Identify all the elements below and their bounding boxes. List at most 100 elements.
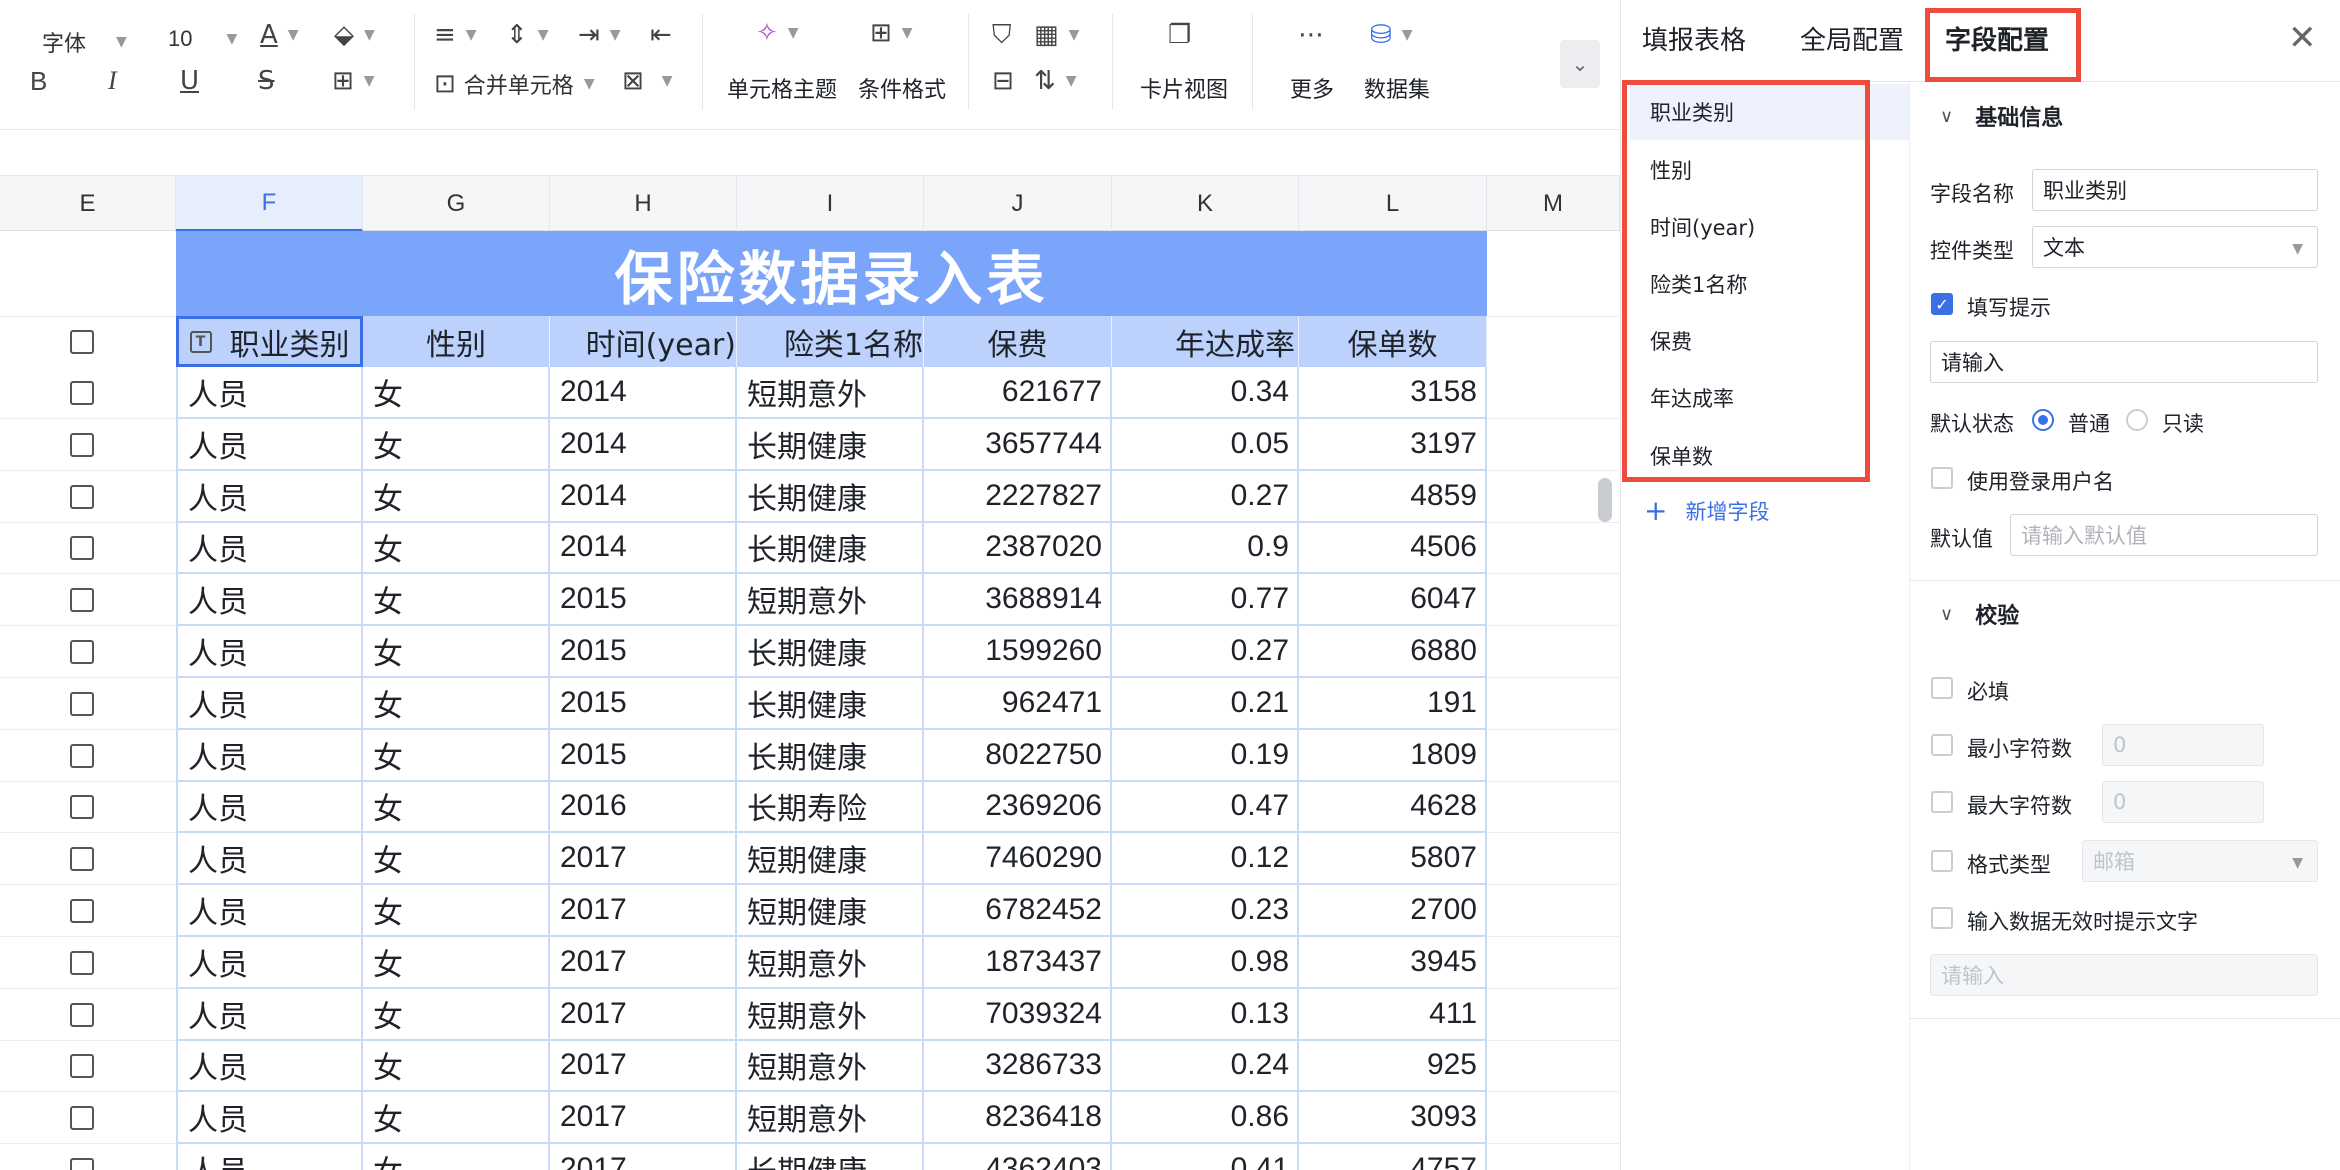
sort-button[interactable]: ⇅ ▼ (1034, 68, 1077, 94)
cell-occupation[interactable]: 人员 (176, 522, 363, 575)
cell-premium[interactable]: 621677 (924, 367, 1112, 419)
cell-year[interactable]: 2015 (550, 626, 737, 678)
header-cell-premium[interactable]: 保费 (924, 316, 1112, 367)
cell-gender[interactable]: 女 (363, 988, 550, 1041)
cell-achievement-rate[interactable]: 0.13 (1112, 988, 1299, 1041)
cell-policy-count[interactable]: 411 (1299, 988, 1487, 1041)
dataset-label[interactable]: 数据集 (1362, 72, 1432, 104)
card-view-label[interactable]: 卡片视图 (1134, 72, 1234, 104)
fill-hint-input[interactable]: 请输入 (1930, 341, 2318, 383)
cell-premium[interactable]: 2227827 (924, 470, 1112, 523)
cell-achievement-rate[interactable]: 0.12 (1112, 833, 1299, 886)
header-cell-year[interactable]: 时间(year) (550, 316, 737, 367)
cell-premium[interactable]: 3286733 (924, 1040, 1112, 1093)
cell-year[interactable]: 2017 (550, 1144, 737, 1170)
cell-premium[interactable]: 1599260 (924, 626, 1112, 678)
state-readonly-radio[interactable] (2126, 409, 2148, 431)
row-checkbox[interactable] (70, 1054, 94, 1079)
cell-achievement-rate[interactable]: 0.27 (1112, 626, 1299, 678)
filter-button[interactable]: ⛉ (992, 22, 1012, 48)
cell-gender[interactable]: 女 (363, 626, 550, 678)
indent-button[interactable]: ⇤ (650, 22, 672, 48)
column-header-m[interactable]: M (1487, 176, 1620, 232)
table-row[interactable]: 人员女 2017 短期健康 7460290 0.12 5807 (0, 833, 1620, 886)
cell-premium[interactable]: 3688914 (924, 574, 1112, 627)
max-chars-checkbox[interactable] (1931, 791, 1953, 813)
font-name-select[interactable]: 字体 ▼ (42, 26, 127, 58)
column-header-g[interactable]: G (363, 176, 550, 232)
cell-occupation[interactable]: 人员 (176, 1040, 363, 1093)
cell-premium[interactable]: 2369206 (924, 781, 1112, 834)
cell-insurance-type[interactable]: 短期健康 (737, 833, 924, 886)
cell-gender[interactable]: 女 (363, 833, 550, 886)
field-name-input[interactable]: 职业类别 (2032, 169, 2318, 211)
cell-policy-count[interactable]: 4628 (1299, 781, 1487, 834)
cell-occupation[interactable]: 人员 (176, 470, 363, 523)
row-checkbox[interactable] (70, 899, 94, 923)
row-checkbox[interactable] (70, 536, 94, 561)
format-type-checkbox[interactable] (1931, 850, 1953, 872)
more-label[interactable]: 更多 (1282, 72, 1342, 104)
cell-year[interactable]: 2017 (550, 885, 737, 937)
cell-insurance-type[interactable]: 短期健康 (737, 885, 924, 937)
fill-hint-checkbox[interactable]: ✓ (1931, 293, 1953, 315)
cell-premium[interactable]: 7460290 (924, 833, 1112, 886)
row-checkbox[interactable] (70, 381, 94, 405)
cell-occupation[interactable]: 人员 (176, 367, 363, 419)
max-chars-input[interactable]: 0 (2102, 781, 2264, 823)
row-checkbox[interactable] (70, 743, 94, 768)
cell-theme-label[interactable]: 单元格主题 (722, 72, 842, 104)
cell-policy-count[interactable]: 4859 (1299, 470, 1487, 523)
cell-policy-count[interactable]: 1809 (1299, 729, 1487, 782)
table-row[interactable]: 人员女 2014 长期健康 2227827 0.27 4859 (0, 470, 1620, 523)
cell-year[interactable]: 2016 (550, 781, 737, 834)
cell-year[interactable]: 2015 (550, 574, 737, 627)
cell-insurance-type[interactable]: 长期寿险 (737, 781, 924, 834)
cell-policy-count[interactable]: 3158 (1299, 367, 1487, 419)
cell-gender[interactable]: 女 (363, 729, 550, 782)
fill-color-button[interactable]: ⬙ ▼ (334, 22, 375, 48)
column-header-i[interactable]: I (737, 176, 924, 232)
table-row[interactable]: 人员女 2014 长期健康 2387020 0.9 4506 (0, 522, 1620, 575)
cell-premium[interactable]: 4362403 (924, 1144, 1112, 1170)
cell-occupation[interactable]: 人员 (176, 936, 363, 989)
cell-achievement-rate[interactable]: 0.34 (1112, 367, 1299, 419)
invalid-hint-checkbox[interactable] (1931, 907, 1953, 929)
add-field-button[interactable]: + 新增字段 (1644, 494, 1769, 527)
table-row[interactable]: 人员女 2017 短期意外 7039324 0.13 411 (0, 988, 1620, 1041)
basic-info-section-toggle[interactable]: ∨ 基础信息 (1940, 100, 2063, 132)
cell-gender[interactable]: 女 (363, 367, 550, 419)
cell-achievement-rate[interactable]: 0.23 (1112, 885, 1299, 937)
cell-achievement-rate[interactable]: 0.21 (1112, 677, 1299, 730)
cell-achievement-rate[interactable]: 0.77 (1112, 574, 1299, 627)
cell-year[interactable]: 2014 (550, 470, 737, 523)
cell-achievement-rate[interactable]: 0.24 (1112, 1040, 1299, 1093)
table-row[interactable]: 人员女 2017 短期意外 3286733 0.24 925 (0, 1040, 1620, 1093)
row-checkbox[interactable] (70, 588, 94, 613)
row-checkbox[interactable] (70, 1106, 94, 1131)
column-header-l[interactable]: L (1299, 176, 1487, 232)
table-row[interactable]: 人员女 2017 短期健康 6782452 0.23 2700 (0, 885, 1620, 937)
conditional-format-label[interactable]: 条件格式 (852, 72, 952, 104)
conditional-format-icon-wrap[interactable]: ⊞ ▼ (870, 20, 913, 46)
cell-policy-count[interactable]: 4506 (1299, 522, 1487, 575)
toolbar-collapse-button[interactable]: ⌄ (1560, 40, 1600, 88)
row-checkbox[interactable] (70, 432, 94, 457)
header-cell-gender[interactable]: 性别 (363, 316, 550, 367)
table-row[interactable]: 人员女 2015 长期健康 962471 0.21 191 (0, 677, 1620, 730)
cell-achievement-rate[interactable]: 0.27 (1112, 470, 1299, 523)
row-checkbox[interactable] (70, 691, 94, 716)
control-type-select[interactable]: 文本 ▼ (2032, 226, 2318, 268)
cell-policy-count[interactable]: 925 (1299, 1040, 1487, 1093)
cell-year[interactable]: 2017 (550, 988, 737, 1041)
cell-premium[interactable]: 1873437 (924, 936, 1112, 989)
cell-policy-count[interactable]: 3093 (1299, 1092, 1487, 1145)
card-view-icon-wrap[interactable]: ❐ (1168, 22, 1191, 48)
cell-premium[interactable]: 3657744 (924, 418, 1112, 471)
cell-occupation[interactable]: 人员 (176, 574, 363, 627)
row-checkbox[interactable] (70, 795, 94, 820)
row-checkbox[interactable] (70, 950, 94, 975)
table-row[interactable]: 人员女 2016 长期寿险 2369206 0.47 4628 (0, 781, 1620, 834)
cell-gender[interactable]: 女 (363, 418, 550, 471)
row-checkbox[interactable] (70, 1158, 94, 1170)
